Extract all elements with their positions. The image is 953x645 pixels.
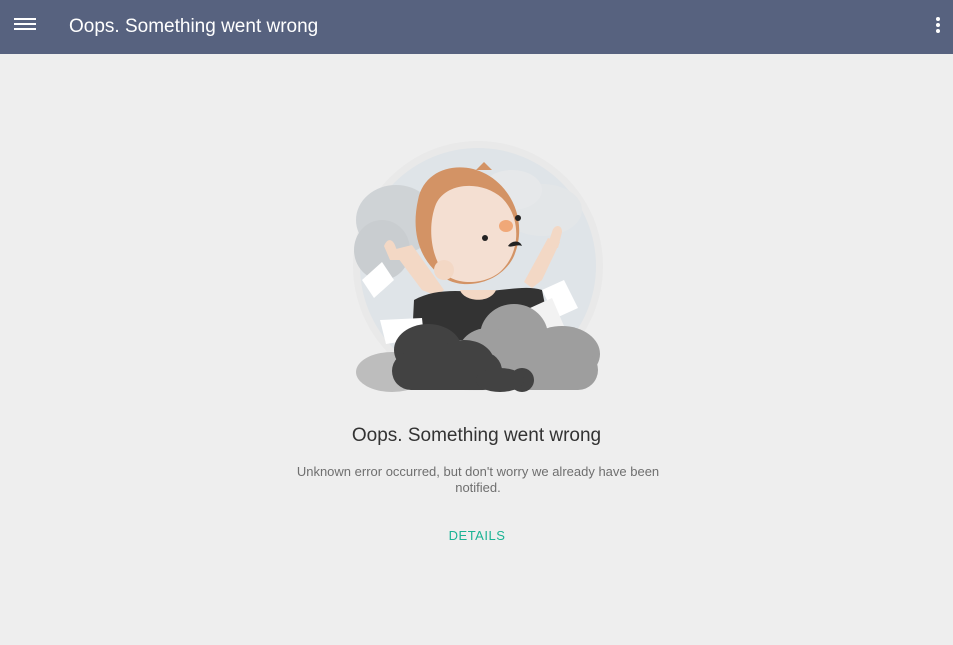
error-content: Oops. Something went wrong Unknown error…: [0, 54, 953, 645]
hamburger-menu-icon[interactable]: [14, 18, 36, 36]
error-message: Unknown error occurred, but don't worry …: [296, 464, 660, 495]
confused-person-clouds-illustration: [353, 141, 603, 392]
details-button[interactable]: DETAILS: [432, 524, 522, 548]
app-bar-title: Oops. Something went wrong: [69, 16, 319, 37]
error-title: Oops. Something went wrong: [351, 425, 602, 446]
more-vert-icon[interactable]: [928, 17, 948, 37]
app-bar: Oops. Something went wrong: [0, 0, 953, 54]
